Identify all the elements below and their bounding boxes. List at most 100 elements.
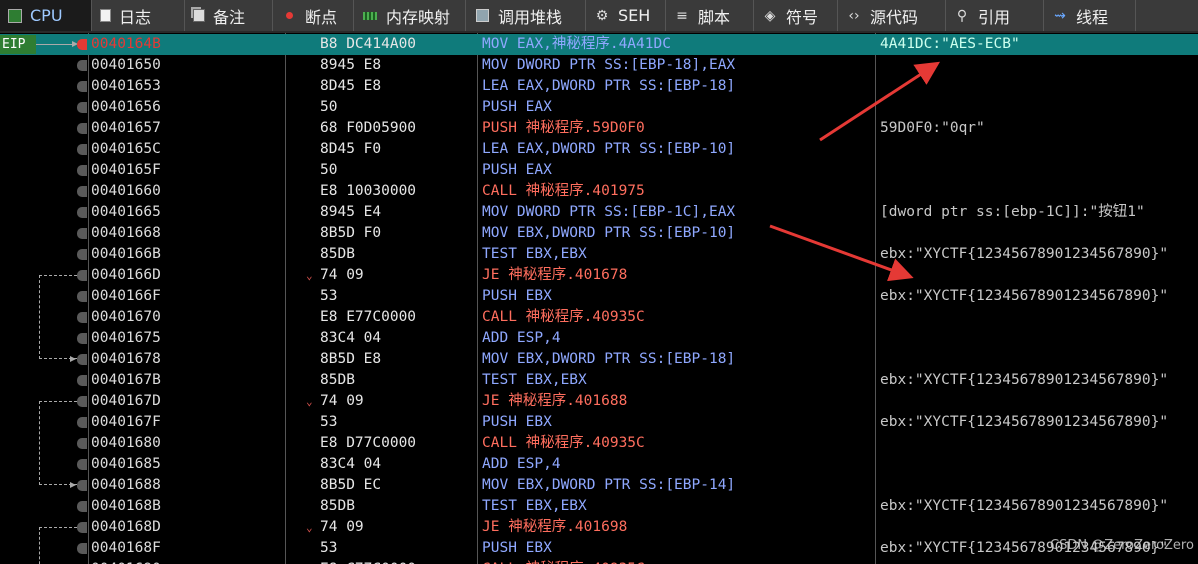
comment: [dword ptr ss:[ebp-1C]]:"按钮1" <box>880 204 1145 220</box>
breakpoint-toggle[interactable] <box>77 543 87 554</box>
disasm-row[interactable]: 00401685 83C4 04 ADD ESP,4 <box>0 454 1198 475</box>
opcode-bytes: 50 <box>320 99 338 115</box>
breakpoint-toggle[interactable] <box>77 522 87 533</box>
comment: ebx:"XYCTF{12345678901234567890}" <box>880 498 1169 514</box>
opcode-bytes: 68 F0D05900 <box>320 120 417 136</box>
breakpoint-toggle[interactable] <box>77 186 87 197</box>
breakpoint-toggle[interactable] <box>77 417 87 428</box>
breakpoint-toggle[interactable] <box>77 312 87 323</box>
breakpoint-toggle[interactable] <box>77 123 87 134</box>
instruction: MOV EAX,神秘程序.4A41DC <box>482 36 671 52</box>
disasm-row[interactable]: 00401656 50 PUSH EAX <box>0 97 1198 118</box>
breakpoint-toggle[interactable] <box>77 60 87 71</box>
disasm-row[interactable]: 0040166D ⌄ 74 09 JE 神秘程序.401678 <box>0 265 1198 286</box>
opcode-bytes: 85DB <box>320 246 355 262</box>
jump-target-arrow-icon <box>70 356 76 362</box>
disasm-row[interactable]: 0040168B 85DB TEST EBX,EBX ebx:"XYCTF{12345… <box>0 496 1198 517</box>
address: 00401665 <box>91 204 161 220</box>
tab-1[interactable]: 日志 <box>92 0 185 31</box>
tab-11[interactable]: ⇝ 线程 <box>1044 0 1136 31</box>
breakpoint-toggle[interactable] <box>77 375 87 386</box>
address: 0040167F <box>91 414 161 430</box>
tab-4[interactable]: 内存映射 <box>354 0 466 31</box>
tab-8[interactable]: ◈ 符号 <box>754 0 838 31</box>
disasm-row[interactable]: 00401660 E8 10030000 CALL 神秘程序.401975 <box>0 181 1198 202</box>
tab-label: CPU <box>30 6 63 25</box>
disasm-row[interactable]: 0040166F 53 PUSH EBX ebx:"XYCTF{12345678901… <box>0 286 1198 307</box>
disasm-row[interactable]: 0040165C 8D45 F0 LEA EAX,DWORD PTR SS:[EBP… <box>0 139 1198 160</box>
breakpoint-toggle[interactable] <box>77 165 87 176</box>
instruction: JE 神秘程序.401698 <box>482 519 628 535</box>
tab-0[interactable]: CPU <box>0 0 92 31</box>
eip-label: EIP <box>0 35 36 54</box>
disasm-row[interactable]: 00401668 8B5D F0 MOV EBX,DWORD PTR SS:[EBP… <box>0 223 1198 244</box>
breakpoint-toggle[interactable] <box>77 501 87 512</box>
breakpoint-toggle[interactable] <box>77 144 87 155</box>
comment: 59D0F0:"0qr" <box>880 120 985 136</box>
disasm-row[interactable]: 0040167F 53 PUSH EBX ebx:"XYCTF{12345678901… <box>0 412 1198 433</box>
address: 0040166B <box>91 246 161 262</box>
address: 00401675 <box>91 330 161 346</box>
tab-5[interactable]: 调用堆栈 <box>466 0 586 31</box>
disasm-row[interactable]: EIP 0040164B B8 DC414A00 MOV EAX,神秘程序.4A41D… <box>0 34 1198 55</box>
breakpoint-toggle[interactable] <box>77 333 87 344</box>
breakpoint-toggle[interactable] <box>77 249 87 260</box>
threads-icon: ⇝ <box>1054 7 1066 24</box>
instruction: PUSH EAX <box>482 99 552 115</box>
breakpoint-toggle[interactable] <box>77 480 87 491</box>
instruction: PUSH EAX <box>482 162 552 178</box>
jump-line <box>39 275 77 359</box>
instruction: LEA EAX,DWORD PTR SS:[EBP-18] <box>482 78 736 94</box>
disasm-row[interactable]: 0040167D ⌄ 74 09 JE 神秘程序.401688 <box>0 391 1198 412</box>
opcode-bytes: 53 <box>320 288 338 304</box>
instruction: MOV DWORD PTR SS:[EBP-1C],EAX <box>482 204 736 220</box>
disasm-row[interactable]: 00401665 8945 E4 MOV DWORD PTR SS:[EBP-1C]… <box>0 202 1198 223</box>
breakpoint-toggle[interactable] <box>77 270 87 281</box>
tab-label: SEH <box>618 6 651 25</box>
jump-indicator-icon: ⌄ <box>306 395 313 408</box>
breakpoint-toggle[interactable] <box>77 39 87 50</box>
address: 00401656 <box>91 99 161 115</box>
tab-label: 引用 <box>978 7 1011 27</box>
address: 00401660 <box>91 183 161 199</box>
disasm-row[interactable]: 00401653 8D45 E8 LEA EAX,DWORD PTR SS:[EBP… <box>0 76 1198 97</box>
breakpoint-toggle[interactable] <box>77 459 87 470</box>
disasm-row[interactable]: 0040167B 85DB TEST EBX,EBX ebx:"XYCTF{12345… <box>0 370 1198 391</box>
disasm-row[interactable]: 00401675 83C4 04 ADD ESP,4 <box>0 328 1198 349</box>
disasm-row[interactable]: 00401670 E8 E77C0000 CALL 神秘程序.40935C <box>0 307 1198 328</box>
disasm-row[interactable]: 0040168F 53 PUSH EBX ebx:"XYCTF{12345678901… <box>0 538 1198 559</box>
comment: ebx:"XYCTF{12345678901234567890}" <box>880 288 1169 304</box>
disasm-row[interactable]: 0040168D ⌄ 74 09 JE 神秘程序.401698 <box>0 517 1198 538</box>
address: 00401678 <box>91 351 161 367</box>
disasm-row[interactable]: 00401690 E8 C77C0000 CALL 神秘程序.40935C <box>0 559 1198 564</box>
tab-3[interactable]: 断点 <box>273 0 354 31</box>
disasm-row[interactable]: 0040165F 50 PUSH EAX <box>0 160 1198 181</box>
breakpoint-toggle[interactable] <box>77 207 87 218</box>
disasm-row[interactable]: 00401650 8945 E8 MOV DWORD PTR SS:[EBP-18]… <box>0 55 1198 76</box>
disasm-row[interactable]: 00401680 E8 D77C0000 CALL 神秘程序.40935C <box>0 433 1198 454</box>
tab-10[interactable]: ⚲ 引用 <box>946 0 1044 31</box>
opcode-bytes: 83C4 04 <box>320 330 382 346</box>
tab-label: 备注 <box>213 7 246 27</box>
disasm-row[interactable]: 0040166B 85DB TEST EBX,EBX ebx:"XYCTF{12345… <box>0 244 1198 265</box>
tab-2[interactable]: 备注 <box>185 0 273 31</box>
tab-9[interactable]: ‹› 源代码 <box>838 0 946 31</box>
disasm-row[interactable]: 00401678 8B5D E8 MOV EBX,DWORD PTR SS:[EBP… <box>0 349 1198 370</box>
tab-label: 日志 <box>119 7 152 27</box>
breakpoint-toggle[interactable] <box>77 291 87 302</box>
tab-6[interactable]: ⚙ SEH <box>586 0 666 31</box>
breakpoint-toggle[interactable] <box>77 354 87 365</box>
breakpoint-toggle[interactable] <box>77 438 87 449</box>
tab-7[interactable]: ≡ 脚本 <box>666 0 754 31</box>
breakpoint-toggle[interactable] <box>77 396 87 407</box>
disassembly-view[interactable]: EIP 0040164B B8 DC414A00 MOV EAX,神秘程序.4A41D… <box>0 33 1198 564</box>
disasm-row[interactable]: 00401657 68 F0D05900 PUSH 神秘程序.59D0F0 59D0F… <box>0 118 1198 139</box>
instruction: MOV EBX,DWORD PTR SS:[EBP-14] <box>482 477 736 493</box>
breakpoint-toggle[interactable] <box>77 228 87 239</box>
disasm-row[interactable]: 00401688 8B5D EC MOV EBX,DWORD PTR SS:[EBP… <box>0 475 1198 496</box>
address: 0040164B <box>91 36 161 52</box>
comment: ebx:"XYCTF{12345678901234567890}" <box>880 414 1169 430</box>
breakpoint-toggle[interactable] <box>77 81 87 92</box>
breakpoint-toggle[interactable] <box>77 102 87 113</box>
instruction: JE 神秘程序.401688 <box>482 393 628 409</box>
